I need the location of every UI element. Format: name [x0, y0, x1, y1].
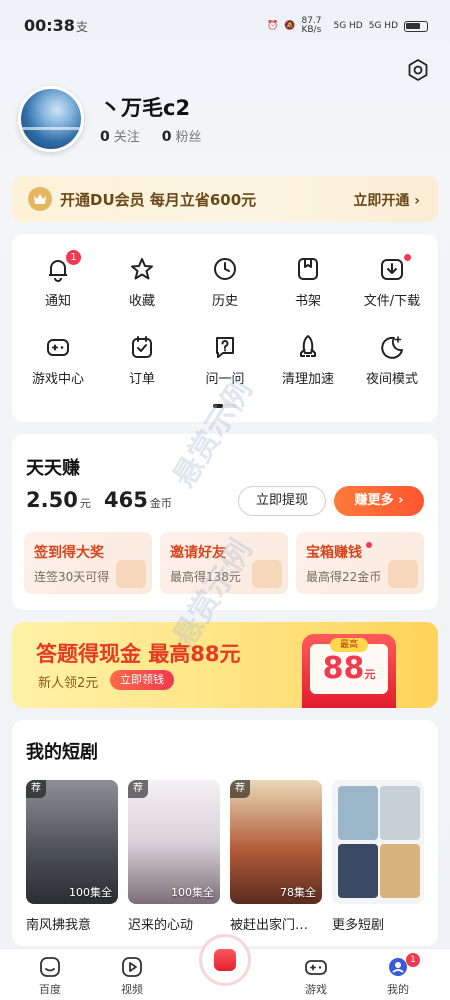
grid-pager — [213, 404, 237, 408]
grid-item-downloads[interactable]: 文件/下载 — [352, 254, 432, 309]
red-envelope-icon — [214, 949, 236, 971]
vip-banner[interactable]: 开通DU会员 每月立省600元 立即开通 › — [12, 176, 438, 222]
status-alipay-icon: 支 — [76, 20, 89, 34]
drama-item[interactable]: 荐 78集全 被赶出家门… — [230, 780, 322, 933]
mine-badge: 1 — [406, 953, 420, 967]
quiz-claim-button[interactable]: 立即领钱 — [110, 670, 174, 690]
download-icon — [381, 259, 403, 280]
download-dot — [404, 254, 411, 261]
alarm-icon: ⏰ — [267, 21, 279, 31]
coupon-icon — [252, 560, 282, 588]
drama-more[interactable]: 更多短剧 — [332, 780, 424, 933]
gift-box-icon — [388, 560, 418, 588]
quiz-title: 答题得现金 最高88元 — [36, 642, 241, 666]
signal-2: 5G HD — [368, 21, 398, 31]
battery-icon — [404, 20, 428, 32]
nav-video[interactable]: 视频 — [102, 955, 162, 997]
drama-poster: 荐 100集全 — [128, 780, 220, 904]
star-icon — [131, 258, 153, 280]
calendar-icon — [116, 560, 146, 588]
settings-icon — [408, 59, 428, 81]
rocket-icon — [300, 335, 316, 357]
network-speed: 87.7 KB/s — [301, 16, 322, 35]
settings-button[interactable] — [406, 58, 430, 82]
gamepad-icon — [305, 960, 327, 975]
more-dramas-collage — [332, 780, 424, 904]
bottom-nav: 百度 视频 游戏 1 我的 — [0, 937, 450, 1000]
avatar[interactable] — [18, 86, 84, 152]
signal-1: 5G HD — [333, 21, 363, 31]
follow-stats: 0 关注 0 粉丝 — [100, 126, 202, 145]
grid-item-night-mode[interactable]: 夜间模式 — [352, 334, 432, 387]
question-icon — [216, 337, 234, 358]
cash-balance[interactable]: 2.50 元 — [26, 488, 91, 512]
grid-item-game-center[interactable]: 游戏中心 — [18, 334, 98, 387]
quiz-banner[interactable]: 答题得现金 最高88元 新人领2元 立即领钱 最高 88元 — [12, 622, 438, 708]
status-bar: 00:38 支 ⏰ 🔕 87.7 KB/s 5G HD 5G HD — [0, 0, 450, 52]
treasure-dot — [366, 542, 372, 548]
nav-mine[interactable]: 1 我的 — [368, 953, 428, 997]
red-envelope: 最高 88元 — [302, 634, 396, 708]
bookshelf-icon — [298, 258, 318, 280]
grid-item-ask[interactable]: 问一问 — [185, 334, 265, 387]
order-icon — [132, 336, 152, 358]
video-play-icon — [122, 957, 142, 977]
status-indicators: ⏰ 🔕 87.7 KB/s 5G HD 5G HD — [267, 17, 428, 35]
gamepad-icon — [47, 339, 69, 356]
baidu-face-icon — [40, 957, 60, 977]
nav-red-envelope-button[interactable] — [202, 937, 248, 983]
drama-item[interactable]: 荐 100集全 南风拂我意 — [26, 780, 118, 933]
drama-poster: 荐 78集全 — [230, 780, 322, 904]
drama-poster: 荐 100集全 — [26, 780, 118, 904]
clock-icon — [214, 258, 236, 280]
fans-stat[interactable]: 0 粉丝 — [162, 126, 202, 145]
vip-text: 开通DU会员 每月立省600元 — [60, 190, 257, 209]
following-stat[interactable]: 0 关注 — [100, 126, 140, 145]
withdraw-button[interactable]: 立即提现 — [238, 486, 326, 516]
nav-baidu[interactable]: 百度 — [20, 955, 80, 997]
grid-item-orders[interactable]: 订单 — [102, 334, 182, 387]
coin-balance[interactable]: 465 金币 — [104, 488, 172, 512]
drama-card: 我的短剧 荐 100集全 南风拂我意 荐 100集全 迟来的心动 荐 78集全 … — [12, 720, 438, 946]
grid-item-cleanup[interactable]: 清理加速 — [268, 334, 348, 387]
username[interactable]: 丶万毛c2 — [100, 92, 190, 122]
status-time: 00:38 — [24, 16, 75, 35]
grid-item-history[interactable]: 历史 — [185, 256, 265, 309]
task-invite[interactable]: 邀请好友 最高得138元 — [160, 532, 288, 594]
drama-title: 我的短剧 — [26, 742, 98, 763]
drama-item[interactable]: 荐 100集全 迟来的心动 — [128, 780, 220, 933]
quiz-subtitle: 新人领2元 — [38, 676, 99, 691]
grid-item-bookshelf[interactable]: 书架 — [268, 256, 348, 309]
grid-item-notifications[interactable]: 1 通知 — [18, 250, 98, 309]
tools-grid: 1 通知 收藏 历史 书架 文件/下载 游戏中心 订单 问一问 清理加速 夜间模… — [12, 234, 438, 422]
vip-open-button[interactable]: 立即开通 › — [353, 190, 420, 210]
moon-icon — [381, 336, 403, 359]
earn-card: 天天赚 2.50 元 465 金币 立即提现 赚更多 › 签到得大奖 连签30天可得… — [12, 434, 438, 610]
earn-more-button[interactable]: 赚更多 › — [334, 486, 424, 516]
earn-title: 天天赚 — [26, 458, 80, 479]
notification-badge: 1 — [66, 250, 81, 265]
crown-icon — [28, 187, 52, 211]
mute-icon: 🔕 — [284, 21, 296, 31]
nav-games[interactable]: 游戏 — [286, 955, 346, 997]
task-treasure[interactable]: 宝箱赚钱 最高得22金币 — [296, 532, 424, 594]
grid-item-favorites[interactable]: 收藏 — [102, 256, 182, 309]
task-checkin[interactable]: 签到得大奖 连签30天可得 — [24, 532, 152, 594]
